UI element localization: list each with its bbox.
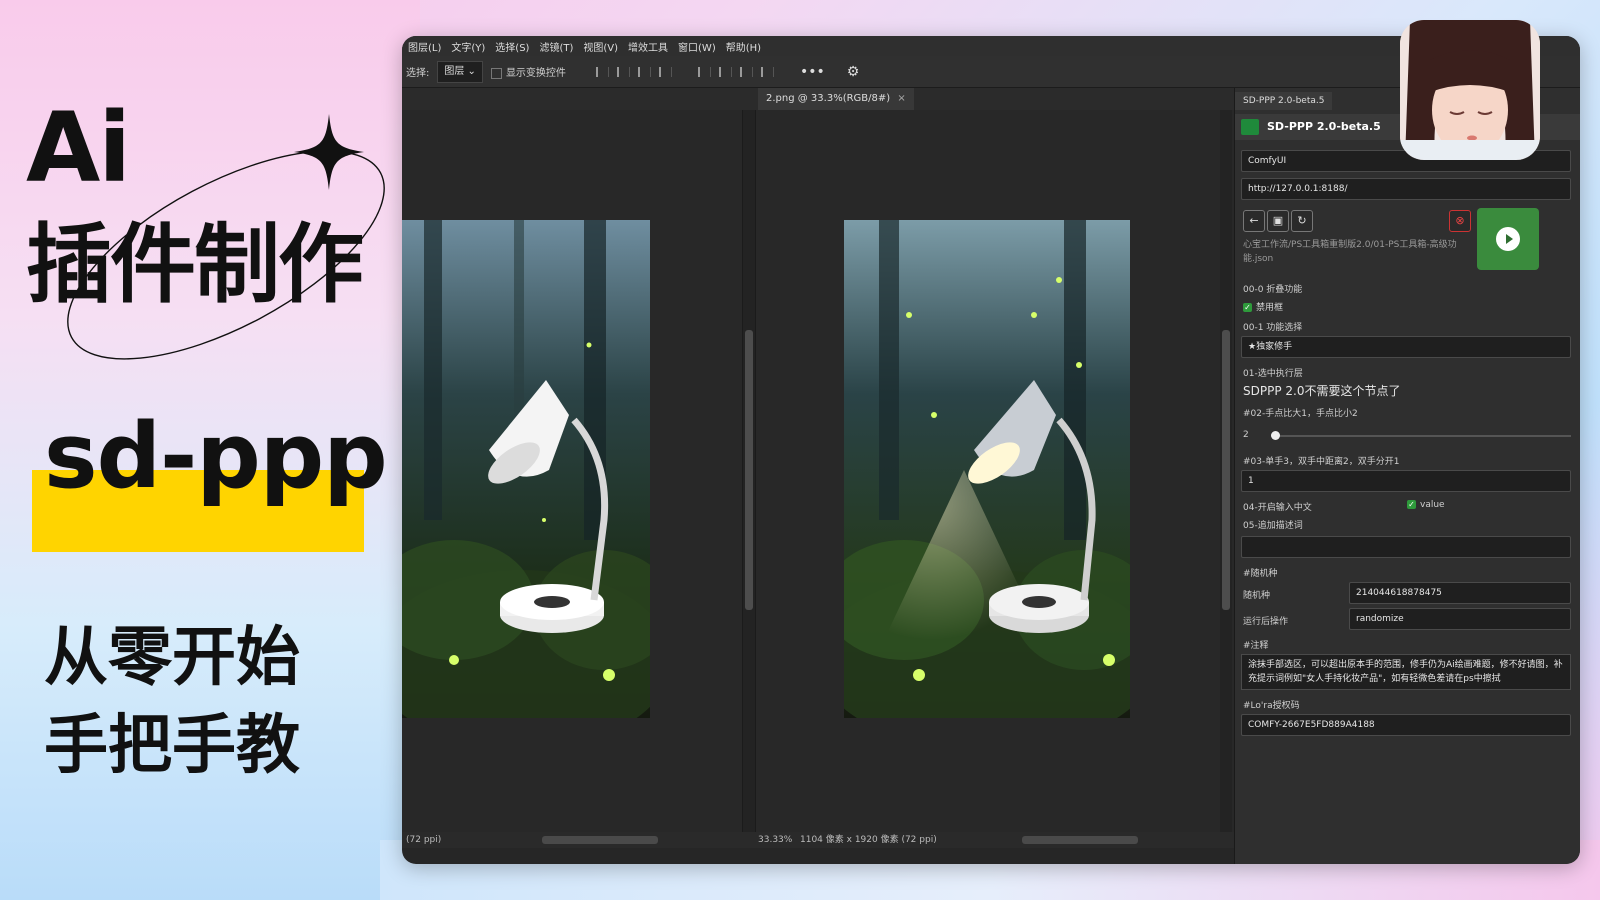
brand-title: sd-ppp xyxy=(44,404,388,509)
align-center-icon[interactable] xyxy=(616,66,630,77)
hand-scale-slider-handle[interactable] xyxy=(1271,431,1280,440)
horizontal-scroll-thumb-left[interactable] xyxy=(542,836,658,844)
scroll-thumb[interactable] xyxy=(745,330,753,610)
hand-mode-input[interactable]: 1 xyxy=(1241,470,1571,492)
seed-input[interactable]: 214044618878475 xyxy=(1349,582,1571,604)
layer-exec-note: SDPPP 2.0不需要这个节点了 xyxy=(1243,384,1401,398)
workflow-path: 心宝工作流/PS工具箱重制版2.0/01-PS工具箱-高级功能.json xyxy=(1243,240,1457,264)
menu-plugins[interactable]: 增效工具 xyxy=(628,39,668,54)
check-icon: ✓ xyxy=(1407,500,1416,509)
subtitle-from-zero: 从零开始 xyxy=(44,621,300,695)
append-prompt-input[interactable] xyxy=(1241,536,1571,558)
server-url-input[interactable]: http://127.0.0.1:8188/ xyxy=(1241,178,1571,200)
document-size-info: 1104 像素 x 1920 像素 (72 ppi) xyxy=(800,835,937,845)
document-tab-bar: 2.png @ 33.3%(RGB/8#) × xyxy=(402,88,1242,110)
play-icon xyxy=(1496,227,1520,251)
save-icon[interactable]: ▣ xyxy=(1267,210,1289,232)
note-textarea[interactable]: 涂抹手部选区，可以超出原本手的范围，修手仍为Ai绘画难题，修不好请图，补充提示词… xyxy=(1241,654,1571,690)
status-bar: (72 ppi) 33.33% 1104 像素 x 1920 像素 (72 pp… xyxy=(402,832,1242,848)
lora-code-input[interactable]: COMFY-2667E5FD889A4188 xyxy=(1241,714,1571,736)
hand-scale-value: 2 xyxy=(1243,430,1249,440)
hand-mode-label: #03-单手3，双手中距离2，双手分开1 xyxy=(1243,457,1400,467)
sdppp-panel: SD-PPP 2.0-beta.5 SD-PPP 2.0-beta.5 Comf… xyxy=(1234,88,1580,864)
align-right-icon[interactable] xyxy=(637,66,651,77)
sdppp-logo-icon xyxy=(1241,119,1259,135)
canvas-scrollbar-left[interactable] xyxy=(742,110,756,832)
close-icon[interactable]: × xyxy=(897,93,905,104)
checkbox-icon xyxy=(490,67,502,79)
after-run-select[interactable]: randomize xyxy=(1349,608,1571,630)
document-tab[interactable]: 2.png @ 33.3%(RGB/8#) × xyxy=(758,88,914,110)
menu-layer[interactable]: 图层(L) xyxy=(408,39,441,54)
original-image xyxy=(402,220,650,718)
feature-select[interactable]: ★独家修手 xyxy=(1241,336,1571,358)
menu-help[interactable]: 帮助(H) xyxy=(726,39,761,54)
disable-checkbox[interactable]: ✓ 禁用框 xyxy=(1243,300,1283,313)
select-label: 选择: xyxy=(406,68,430,79)
stop-icon[interactable]: ⊗ xyxy=(1449,210,1471,232)
hand-scale-slider-track[interactable] xyxy=(1271,435,1571,437)
chinese-input-toggle[interactable]: ✓ value xyxy=(1407,500,1445,510)
align-middle-icon[interactable] xyxy=(718,66,732,77)
scroll-thumb[interactable] xyxy=(1222,330,1230,610)
align-top-icon[interactable] xyxy=(697,66,711,77)
distribute-vertical-icon[interactable] xyxy=(760,66,774,77)
chinese-input-label: 04-开启输入中文 xyxy=(1243,503,1312,513)
horizontal-scroll-thumb-right[interactable] xyxy=(1022,836,1138,844)
distribute-icon[interactable] xyxy=(658,66,672,77)
seed-label: 随机种 xyxy=(1243,591,1271,601)
menu-type[interactable]: 文字(Y) xyxy=(451,39,485,54)
note-section-label: #注释 xyxy=(1243,641,1269,651)
append-prompt-label: 05-追加描述词 xyxy=(1243,521,1303,531)
fold-feature-label: 00-0 折叠功能 xyxy=(1243,285,1303,295)
title-ai: Ai xyxy=(26,92,131,204)
menu-select[interactable]: 选择(S) xyxy=(495,39,529,54)
title-plugin-making: 插件制作 xyxy=(26,215,364,315)
canvas-scrollbar-right[interactable] xyxy=(1220,110,1232,832)
back-icon[interactable]: ← xyxy=(1243,210,1265,232)
after-run-label: 运行后操作 xyxy=(1243,617,1289,627)
hand-scale-label: #02-手点比大1，手点比小2 xyxy=(1243,409,1358,419)
menu-window[interactable]: 窗口(W) xyxy=(678,39,716,54)
panel-tab[interactable]: SD-PPP 2.0-beta.5 xyxy=(1235,92,1333,110)
feature-select-label: 00-1 功能选择 xyxy=(1243,323,1303,333)
result-image xyxy=(844,220,1130,718)
layer-select[interactable]: 图层 ⌄ xyxy=(437,60,483,83)
align-bottom-icon[interactable] xyxy=(739,66,753,77)
lora-section-label: #Lo'ra授权码 xyxy=(1243,701,1300,711)
seed-section-label: #随机种 xyxy=(1243,569,1278,579)
align-left-icon[interactable] xyxy=(595,66,609,77)
zoom-level[interactable]: 33.33% xyxy=(758,832,792,848)
run-button[interactable] xyxy=(1477,208,1539,270)
avatar xyxy=(1400,20,1540,160)
refresh-icon[interactable]: ↻ xyxy=(1291,210,1313,232)
canvas-area xyxy=(402,110,1242,832)
panel-title: SD-PPP 2.0-beta.5 xyxy=(1267,120,1381,133)
check-icon: ✓ xyxy=(1243,303,1252,312)
photoshop-window: 图层(L) 文字(Y) 选择(S) 滤镜(T) 视图(V) 增效工具 窗口(W)… xyxy=(402,36,1580,864)
gear-icon[interactable]: ⚙ xyxy=(847,64,860,80)
more-icon[interactable]: ••• xyxy=(800,64,825,80)
menu-view[interactable]: 视图(V) xyxy=(583,39,618,54)
subtitle-step-by-step: 手把手教 xyxy=(44,709,300,783)
layer-exec-label: 01-选中执行层 xyxy=(1243,369,1303,379)
transform-controls-toggle[interactable]: 显示变换控件 xyxy=(490,64,566,79)
status-left-info: (72 ppi) xyxy=(406,835,442,845)
sparkle-icon xyxy=(294,114,364,190)
menu-filter[interactable]: 滤镜(T) xyxy=(539,39,573,54)
